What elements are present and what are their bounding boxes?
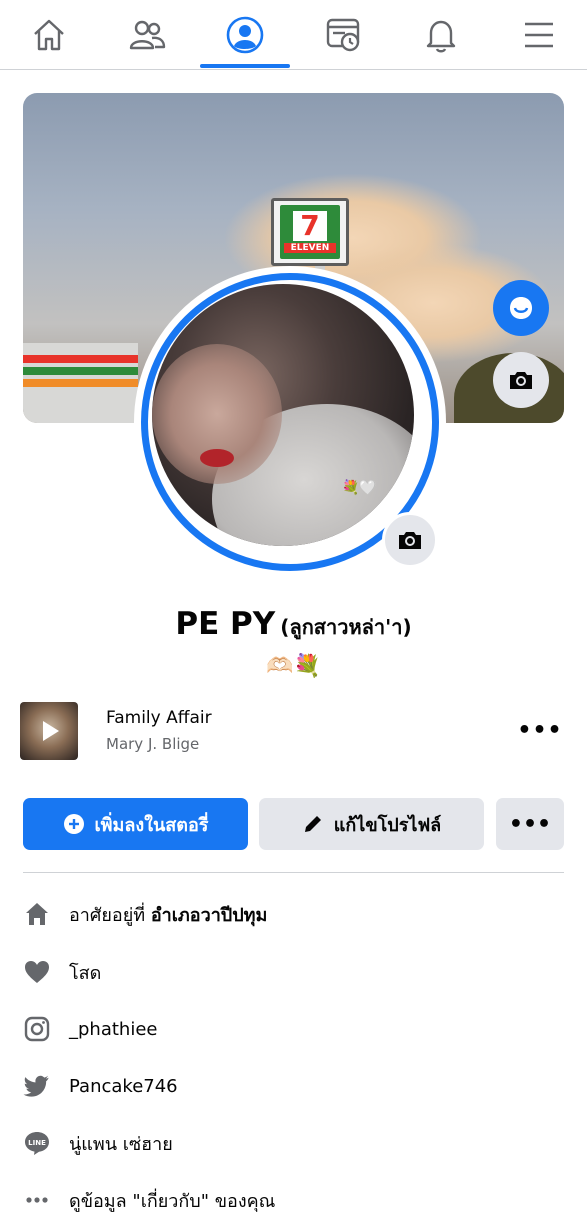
lives-in-place[interactable]: อำเภอวาปีปทุม: [151, 905, 268, 926]
profile-tab[interactable]: [196, 0, 294, 70]
see-about-link[interactable]: ดูข้อมูล "เกี่ยวกับ" ของคุณ: [69, 1186, 275, 1215]
music-title: Family Affair: [106, 708, 212, 728]
svg-text:LINE: LINE: [28, 1139, 46, 1147]
store-building: [23, 343, 138, 423]
add-to-story-button[interactable]: เพิ่มลงในสตอรี่: [23, 798, 248, 850]
relationship-status: โสด: [69, 962, 102, 984]
line-id[interactable]: นู่แพน เซ่ฮาย: [69, 1129, 173, 1158]
memories-icon: [326, 18, 360, 52]
intro-line[interactable]: LINE นู่แพน เซ่ฮาย: [0, 1123, 587, 1163]
bell-icon: [426, 20, 456, 53]
sign-number: 7: [293, 211, 327, 241]
sign-text: ELEVEN: [284, 243, 336, 253]
add-to-story-label: เพิ่มลงในสตอรี่: [94, 814, 209, 836]
home-tab[interactable]: [0, 0, 98, 70]
messenger-icon: [510, 297, 532, 319]
intro-instagram[interactable]: _phathiee: [0, 1009, 587, 1049]
music-play-button[interactable]: [20, 702, 78, 760]
edit-profile-label: แก้ไขโปรไฟล์: [333, 814, 442, 836]
watch-tab[interactable]: [294, 0, 392, 70]
friends-tab[interactable]: [98, 0, 196, 70]
heart-icon: [22, 957, 52, 987]
twitter-icon: [22, 1071, 52, 1101]
store-sign: 7 ELEVEN: [271, 198, 349, 266]
instagram-icon: [22, 1014, 52, 1044]
home-icon: [34, 19, 64, 51]
menu-tab[interactable]: [490, 0, 587, 70]
intro-twitter[interactable]: Pancake746: [0, 1066, 587, 1106]
intro-see-about[interactable]: ดูข้อมูล "เกี่ยวกับ" ของคุณ: [0, 1180, 587, 1220]
house-icon: [22, 899, 52, 929]
alternate-name: (ลูกสาวหล่า'า): [280, 615, 412, 639]
intro-relationship: โสด: [0, 952, 587, 992]
music-artist: Mary J. Blige: [106, 735, 200, 753]
avatar-messenger-button[interactable]: [493, 280, 549, 336]
friends-icon: [129, 20, 166, 50]
pencil-icon: [304, 816, 321, 832]
camera-icon: [399, 532, 421, 549]
display-name: PE PY: [175, 606, 276, 642]
avatar-sticker: 💐🤍: [342, 480, 377, 496]
instagram-handle[interactable]: _phathiee: [69, 1019, 157, 1040]
avatar-camera-button[interactable]: [382, 512, 438, 568]
profile-bio: 🫶🏻💐: [266, 654, 321, 679]
camera-icon: [510, 372, 532, 389]
notifications-tab[interactable]: [392, 0, 490, 70]
lives-in-prefix: อาศัยอยู่ที่: [69, 904, 151, 926]
line-app-icon: LINE: [22, 1128, 52, 1158]
avatar-photo: 💐🤍: [152, 284, 414, 546]
plus-circle-icon: [63, 814, 84, 834]
section-divider: [23, 872, 564, 873]
music-more-button[interactable]: •••: [517, 712, 561, 748]
profile-picture[interactable]: 💐🤍: [134, 266, 446, 578]
intro-lives-in: อาศัยอยู่ที่ อำเภอวาปีปทุม: [0, 894, 587, 934]
active-tab-indicator: [200, 64, 290, 68]
play-icon: [43, 721, 59, 741]
more-dots-icon: [22, 1185, 52, 1215]
profile-icon: [226, 16, 264, 54]
top-navigation: [0, 0, 587, 70]
edit-profile-button[interactable]: แก้ไขโปรไฟล์: [259, 798, 484, 850]
profile-name: PE PY (ลูกสาวหล่า'า): [0, 606, 587, 643]
profile-more-button[interactable]: •••: [496, 798, 564, 850]
twitter-handle[interactable]: Pancake746: [69, 1076, 178, 1097]
hamburger-icon: [525, 22, 553, 48]
cover-camera-button[interactable]: [493, 352, 549, 408]
